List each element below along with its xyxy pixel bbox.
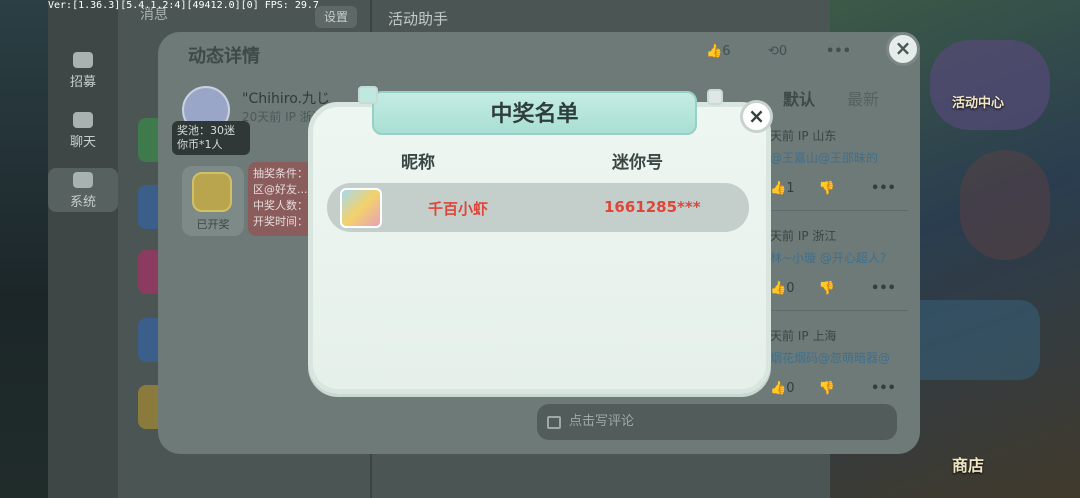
nav-chat-label: 聊天 bbox=[69, 135, 96, 150]
prize-status: 已开奖 bbox=[196, 218, 230, 231]
comment-more-button[interactable]: ••• bbox=[871, 381, 896, 396]
share-count[interactable]: ⟲0 bbox=[768, 44, 787, 59]
comment-meta: 天前 IP 上海 bbox=[770, 329, 837, 343]
thumbs-up-icon: 👍 bbox=[706, 44, 723, 59]
comment-text: 烟花烟码@忽萌暗器@ bbox=[770, 349, 890, 366]
like-count[interactable]: 👍6 bbox=[706, 44, 730, 59]
comment-divider bbox=[768, 210, 908, 211]
nav-recruit[interactable]: 招募 bbox=[48, 52, 118, 90]
nav-recruit-label: 招募 bbox=[69, 75, 96, 90]
column-header-nickname: 昵称 bbox=[401, 153, 435, 173]
winner-avatar[interactable] bbox=[340, 188, 382, 228]
comment-actions: 👍1 👎 ••• bbox=[770, 181, 896, 196]
comment-text: @王嘉山@王邵昧的 bbox=[770, 149, 878, 166]
activity-assistant-header: 活动助手 bbox=[388, 10, 449, 28]
comment-text: 林~小璇 @开心超人? bbox=[770, 249, 886, 266]
tab-latest[interactable]: 最新 bbox=[847, 86, 879, 110]
winner-list-modal bbox=[308, 102, 771, 394]
column-header-mini-id: 迷你号 bbox=[612, 153, 663, 173]
scene-decoration bbox=[900, 300, 1040, 380]
comment-more-button[interactable]: ••• bbox=[871, 281, 896, 296]
thumbs-up-icon[interactable]: 👍 bbox=[770, 281, 786, 296]
comment-like-count: 0 bbox=[786, 381, 795, 396]
settings-button[interactable]: 设置 bbox=[315, 6, 357, 28]
winner-mini-id: 1661285*** bbox=[604, 198, 701, 216]
share-count-value: 0 bbox=[778, 44, 788, 59]
comment-mention[interactable]: 烟花烟码@忽萌暗器@ bbox=[770, 351, 890, 365]
lottery-conditions: 抽奖条件：区@好友... 中奖人数：开奖时间： bbox=[248, 162, 314, 236]
comment-actions: 👍0 👎 ••• bbox=[770, 281, 896, 296]
nav-system[interactable]: 系统 bbox=[48, 168, 118, 212]
share-icon: ⟲ bbox=[768, 44, 779, 59]
debug-fps-readout: Ver:[1.36.3][5.4.1.2:4][49412.0][0] FPS:… bbox=[48, 0, 319, 11]
bell-icon bbox=[73, 172, 93, 188]
comment-actions: 👍0 👎 ••• bbox=[770, 381, 896, 396]
comment-mention[interactable]: @王嘉山@王邵昧的 bbox=[770, 151, 878, 165]
modal-close-button[interactable]: × bbox=[740, 100, 773, 133]
nav-system-label: 系统 bbox=[69, 195, 96, 210]
comment-like-count: 0 bbox=[786, 281, 795, 296]
scene-decoration bbox=[930, 40, 1050, 130]
comment-like-count: 1 bbox=[786, 181, 795, 196]
thumbs-up-icon[interactable]: 👍 bbox=[770, 381, 786, 396]
comment-mention[interactable]: 林~小璇 @开心超人? bbox=[770, 251, 886, 265]
modal-title: 中奖名单 bbox=[490, 102, 579, 127]
scene-decoration bbox=[960, 150, 1050, 260]
activity-center-label[interactable]: 活动中心 bbox=[952, 92, 1004, 111]
chat-icon bbox=[73, 112, 93, 128]
shop-label[interactable]: 商店 bbox=[952, 452, 984, 476]
banner-pin-decoration bbox=[707, 89, 723, 105]
tab-default[interactable]: 默认 bbox=[783, 86, 815, 110]
prize-pool-tag: 奖池：30迷你币*1人 bbox=[172, 121, 250, 155]
like-count-value: 6 bbox=[722, 44, 731, 59]
thumbs-up-icon[interactable]: 👍 bbox=[770, 181, 786, 196]
comment-meta: 天前 IP 山东 bbox=[770, 129, 837, 143]
comment-meta: 天前 IP 浙江 bbox=[770, 229, 837, 243]
author-name[interactable]: "Chihiro.九じ bbox=[242, 88, 330, 108]
comment-input[interactable]: 点击写评论 bbox=[537, 404, 897, 440]
coin-icon bbox=[192, 172, 232, 212]
detail-close-button[interactable]: × bbox=[886, 32, 920, 66]
thumbs-down-icon[interactable]: 👎 bbox=[819, 381, 835, 396]
thumbs-down-icon[interactable]: 👎 bbox=[819, 181, 835, 196]
comment-more-button[interactable]: ••• bbox=[871, 181, 896, 196]
winner-nickname: 千百小虾 bbox=[428, 200, 489, 218]
edit-icon bbox=[547, 416, 561, 429]
nav-chat[interactable]: 聊天 bbox=[48, 112, 118, 150]
thumbs-down-icon[interactable]: 👎 bbox=[819, 281, 835, 296]
detail-title: 动态详情 bbox=[188, 46, 260, 67]
recruit-icon bbox=[73, 52, 93, 68]
comment-divider bbox=[768, 310, 908, 311]
more-options-button[interactable]: ••• bbox=[826, 44, 851, 59]
